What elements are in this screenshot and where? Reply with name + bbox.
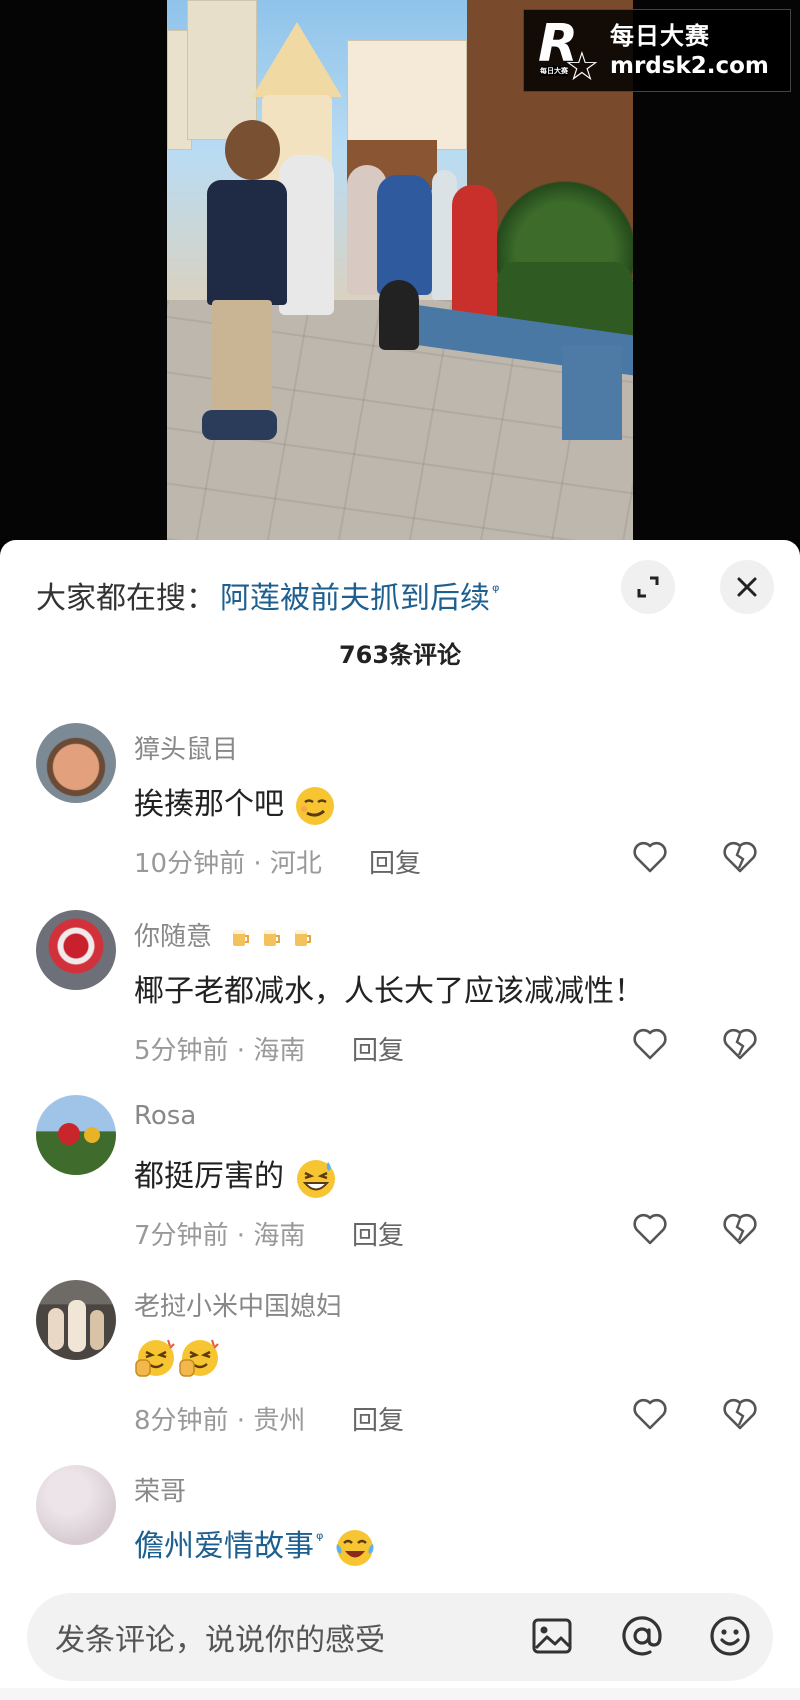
heart-icon[interactable] (630, 1394, 670, 1434)
beer-mug-icon (264, 930, 281, 946)
comment-text: 挨揍那个吧 (134, 779, 336, 827)
comment-item: 老挝小米中国媳妇 8分钟前 · 贵州 回复 (0, 1280, 800, 1450)
logo-small-text: 每日大赛 (540, 65, 568, 76)
comment-text (134, 1336, 222, 1380)
reply-button[interactable]: 回复 (352, 1030, 404, 1067)
child-pants (212, 300, 272, 415)
search-icon: ᵠ (316, 1529, 324, 1550)
applause-face-icon (135, 1339, 175, 1377)
comment-item: 獐头鼠目 挨揍那个吧 10分钟前 · 河北 回复 (0, 723, 800, 893)
trending-search-text[interactable]: 阿莲被前夫抓到后续 (220, 581, 490, 616)
search-icon: ᵠ (492, 581, 500, 602)
grinning-sweat-face-icon (296, 1159, 335, 1198)
broken-heart-icon[interactable] (720, 1024, 760, 1064)
crying-laughing-face-icon (336, 1529, 374, 1566)
comment-username[interactable]: 獐头鼠目 (134, 729, 238, 766)
username-text[interactable]: 你随意 (134, 922, 212, 952)
child-shirt (207, 180, 287, 305)
comment-text: 儋州爱情故事 ᵠ (134, 1521, 377, 1570)
background-building (187, 0, 257, 140)
watermark-url: mrdsk2.com (610, 52, 769, 79)
expand-icon (637, 576, 659, 598)
comment-text: 都挺厉害的 (134, 1151, 338, 1200)
comment-text-content: 挨揍那个吧 (134, 787, 284, 822)
avatar[interactable] (36, 1095, 116, 1175)
person (452, 185, 497, 325)
close-icon (737, 577, 757, 597)
comment-time-location: 5分钟前 · 海南 (134, 1036, 306, 1066)
reply-button[interactable]: 回复 (352, 1215, 404, 1252)
broken-heart-icon[interactable] (720, 837, 760, 877)
heart-icon[interactable] (630, 837, 670, 877)
comment-text-content: 都挺厉害的 (134, 1159, 284, 1194)
comments-sheet: 大家都在搜： 阿莲被前夫抓到后续 ᵠ 763条评论 獐头鼠目 挨揍那个吧 10分… (0, 540, 800, 1700)
background-building (347, 40, 467, 150)
comment-time-location: 8分钟前 · 贵州 (134, 1406, 306, 1436)
close-button[interactable] (720, 560, 774, 614)
applause-face-icon (179, 1339, 219, 1377)
comment-text: 椰子老都减水，人长大了应该减减性！ (134, 974, 644, 1009)
comment-username[interactable]: 荣哥 (134, 1471, 186, 1508)
search-prefix: 大家都在搜： (36, 581, 216, 616)
comment-username[interactable]: 老挝小米中国媳妇 (134, 1286, 342, 1323)
heart-icon[interactable] (630, 1209, 670, 1249)
castle-tower-roof (252, 22, 342, 97)
watermark-logo: R ☆ 每日大赛 (538, 14, 600, 90)
video-player[interactable]: R ☆ 每日大赛 每日大赛 mrdsk2.com (0, 0, 800, 545)
child-shoes (202, 410, 277, 440)
comment-input-bar[interactable]: 发条评论，说说你的感受 (27, 1593, 773, 1681)
person-striped-shirt (377, 175, 432, 295)
heart-icon[interactable] (630, 1024, 670, 1064)
comment-count: 763条评论 (338, 641, 462, 669)
avatar[interactable] (36, 910, 116, 990)
comment-search-link[interactable]: 儋州爱情故事 ᵠ (134, 1529, 323, 1564)
at-icon[interactable] (619, 1613, 665, 1659)
watermark: R ☆ 每日大赛 每日大赛 mrdsk2.com (523, 9, 791, 92)
avatar[interactable] (36, 1465, 116, 1545)
beer-mug-icon (233, 930, 250, 946)
emoji-icon[interactable] (707, 1613, 753, 1659)
expand-button[interactable] (621, 560, 675, 614)
beer-mug-icon (295, 930, 312, 946)
comment-time-location: 10分钟前 · 河北 (134, 849, 322, 879)
person (279, 155, 334, 315)
child-head (225, 120, 280, 180)
comment-item: Rosa 都挺厉害的 7分钟前 · 海南 回复 (0, 1095, 800, 1265)
comment-username[interactable]: 你随意 (134, 916, 313, 953)
comment-search-text[interactable]: 儋州爱情故事 (134, 1529, 314, 1564)
avatar[interactable] (36, 1280, 116, 1360)
comment-username[interactable]: Rosa (134, 1101, 196, 1131)
broken-heart-icon[interactable] (720, 1394, 760, 1434)
trending-search-link[interactable]: 阿莲被前夫抓到后续 ᵠ (220, 573, 499, 617)
avatar[interactable] (36, 723, 116, 803)
watermark-title: 每日大赛 (610, 21, 710, 50)
comment-time-location: 7分钟前 · 海南 (134, 1221, 306, 1251)
comment-item: 你随意 椰子老都减水，人长大了应该减减性！ 5分钟前 · 海南 回复 (0, 910, 800, 1080)
comment-input-placeholder[interactable]: 发条评论，说说你的感受 (55, 1615, 385, 1659)
reply-button[interactable]: 回复 (369, 843, 421, 880)
person-legs (379, 280, 419, 350)
bench-leg (562, 345, 622, 440)
reply-button[interactable]: 回复 (352, 1400, 404, 1437)
smirk-face-icon (295, 786, 334, 825)
image-icon[interactable] (529, 1613, 575, 1659)
bottom-strip (0, 1688, 800, 1700)
broken-heart-icon[interactable] (720, 1209, 760, 1249)
star-icon: ☆ (564, 43, 600, 90)
